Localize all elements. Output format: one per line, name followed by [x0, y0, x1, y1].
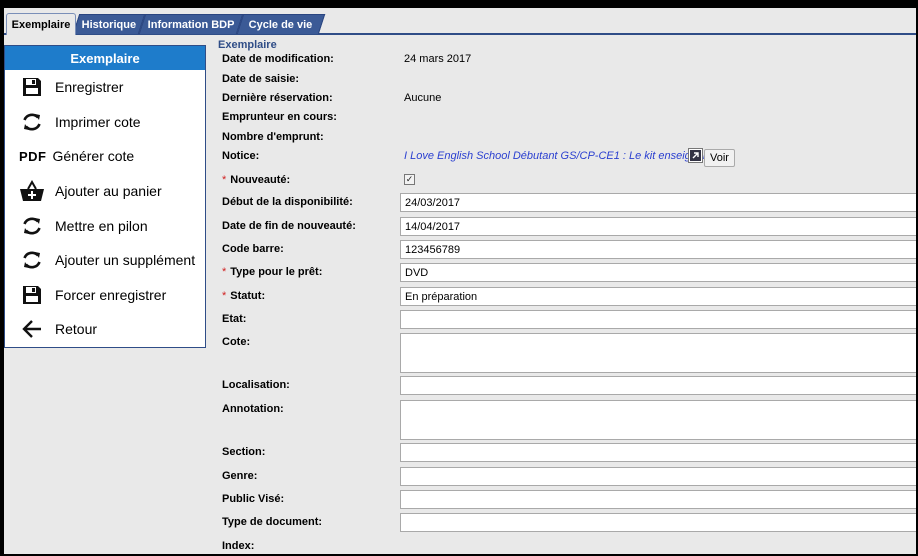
annotation-label: Annotation: — [222, 403, 284, 415]
debut-disponibilite-input[interactable] — [400, 193, 916, 212]
genre-input[interactable] — [400, 467, 916, 486]
section-label: Section: — [222, 446, 266, 458]
cote-label: Cote: — [222, 336, 251, 348]
force-save-label: Forcer enregistrer — [55, 286, 167, 303]
refresh-icon — [19, 248, 45, 272]
generate-cote-label: Générer cote — [52, 148, 135, 165]
debut-disponibilite-label: Début de la disponibilité: — [222, 196, 353, 208]
section-input[interactable] — [400, 443, 916, 462]
print-cote-label: Imprimer cote — [55, 113, 141, 130]
derniere-reservation-label: Dernière réservation: — [222, 92, 333, 104]
localisation-label: Localisation: — [222, 379, 290, 391]
sidebar: Exemplaire Enregistrer Imprimer cote PDF… — [4, 45, 206, 348]
fin-nouveaute-label: Date de fin de nouveauté: — [222, 220, 356, 232]
back-label: Retour — [55, 321, 98, 338]
add-supplement-button[interactable]: Ajouter un supplément — [5, 243, 205, 278]
back-button[interactable]: Retour — [5, 312, 205, 347]
add-supplement-label: Ajouter un supplément — [55, 252, 196, 269]
public-vise-input[interactable] — [400, 490, 916, 509]
date-modification-label: Date de modification: — [222, 53, 334, 65]
discard-label: Mettre en pilon — [55, 217, 148, 234]
sidebar-title: Exemplaire — [5, 46, 205, 70]
fin-nouveaute-input[interactable] — [400, 217, 916, 236]
localisation-input[interactable] — [400, 376, 916, 395]
notice-link[interactable]: I Love English School Débutant GS/CP-CE1… — [404, 150, 709, 162]
code-barre-label: Code barre: — [222, 243, 284, 255]
etat-label: Etat: — [222, 313, 247, 325]
save-label: Enregistrer — [55, 79, 124, 96]
required-marker: * — [222, 266, 227, 278]
generate-cote-button[interactable]: PDF Générer cote — [5, 139, 205, 174]
section-title: Exemplaire — [218, 39, 277, 51]
derniere-reservation-value: Aucune — [404, 92, 442, 104]
date-modification-value: 24 mars 2017 — [404, 53, 472, 65]
annotation-textarea[interactable] — [400, 400, 916, 440]
save-icon — [19, 283, 45, 307]
basket-add-icon — [19, 179, 45, 203]
app-frame: Exemplaire Historique Information BDP Cy… — [4, 8, 916, 554]
tab-cycle-de-vie[interactable]: Cycle de vie — [236, 14, 326, 34]
print-cote-button[interactable]: Imprimer cote — [5, 105, 205, 140]
save-button[interactable]: Enregistrer — [5, 70, 205, 105]
code-barre-input[interactable] — [400, 240, 916, 259]
genre-label: Genre: — [222, 470, 258, 482]
emprunteur-label: Emprunteur en cours: — [222, 111, 337, 123]
arrow-left-icon — [19, 317, 45, 341]
force-save-button[interactable]: Forcer enregistrer — [5, 278, 205, 313]
tab-information-bdp[interactable]: Information BDP — [138, 14, 244, 34]
cote-textarea[interactable] — [400, 333, 916, 373]
required-marker: * — [222, 174, 227, 186]
discard-button[interactable]: Mettre en pilon — [5, 208, 205, 243]
tab-historique[interactable]: Historique — [72, 14, 146, 34]
pdf-icon: PDF — [19, 148, 47, 164]
statut-label: * Statut: — [222, 290, 266, 302]
statut-select[interactable] — [400, 287, 916, 306]
date-saisie-label: Date de saisie: — [222, 73, 300, 85]
external-link-icon[interactable] — [688, 148, 703, 163]
tab-exemplaire[interactable]: Exemplaire — [6, 13, 76, 35]
type-pret-select[interactable] — [400, 263, 916, 282]
save-icon — [19, 75, 45, 99]
etat-input[interactable] — [400, 310, 916, 329]
add-to-basket-button[interactable]: Ajouter au panier — [5, 174, 205, 209]
voir-button[interactable]: Voir — [704, 149, 735, 167]
required-marker: * — [222, 290, 227, 302]
notice-label: Notice: — [222, 150, 260, 162]
type-pret-label: * Type pour le prêt: — [222, 266, 323, 278]
public-vise-label: Public Visé: — [222, 493, 285, 505]
tab-bar: Exemplaire Historique Information BDP Cy… — [4, 8, 916, 35]
type-document-label: Type de document: — [222, 516, 323, 528]
nouveaute-label: * Nouveauté: — [222, 174, 291, 186]
refresh-icon — [19, 214, 45, 238]
index-label: Index: — [222, 540, 255, 552]
add-to-basket-label: Ajouter au panier — [55, 183, 162, 200]
type-document-input[interactable] — [400, 513, 916, 532]
nombre-emprunt-label: Nombre d'emprunt: — [222, 131, 324, 143]
refresh-icon — [19, 110, 45, 134]
nouveaute-checkbox[interactable]: ✓ — [404, 174, 415, 185]
